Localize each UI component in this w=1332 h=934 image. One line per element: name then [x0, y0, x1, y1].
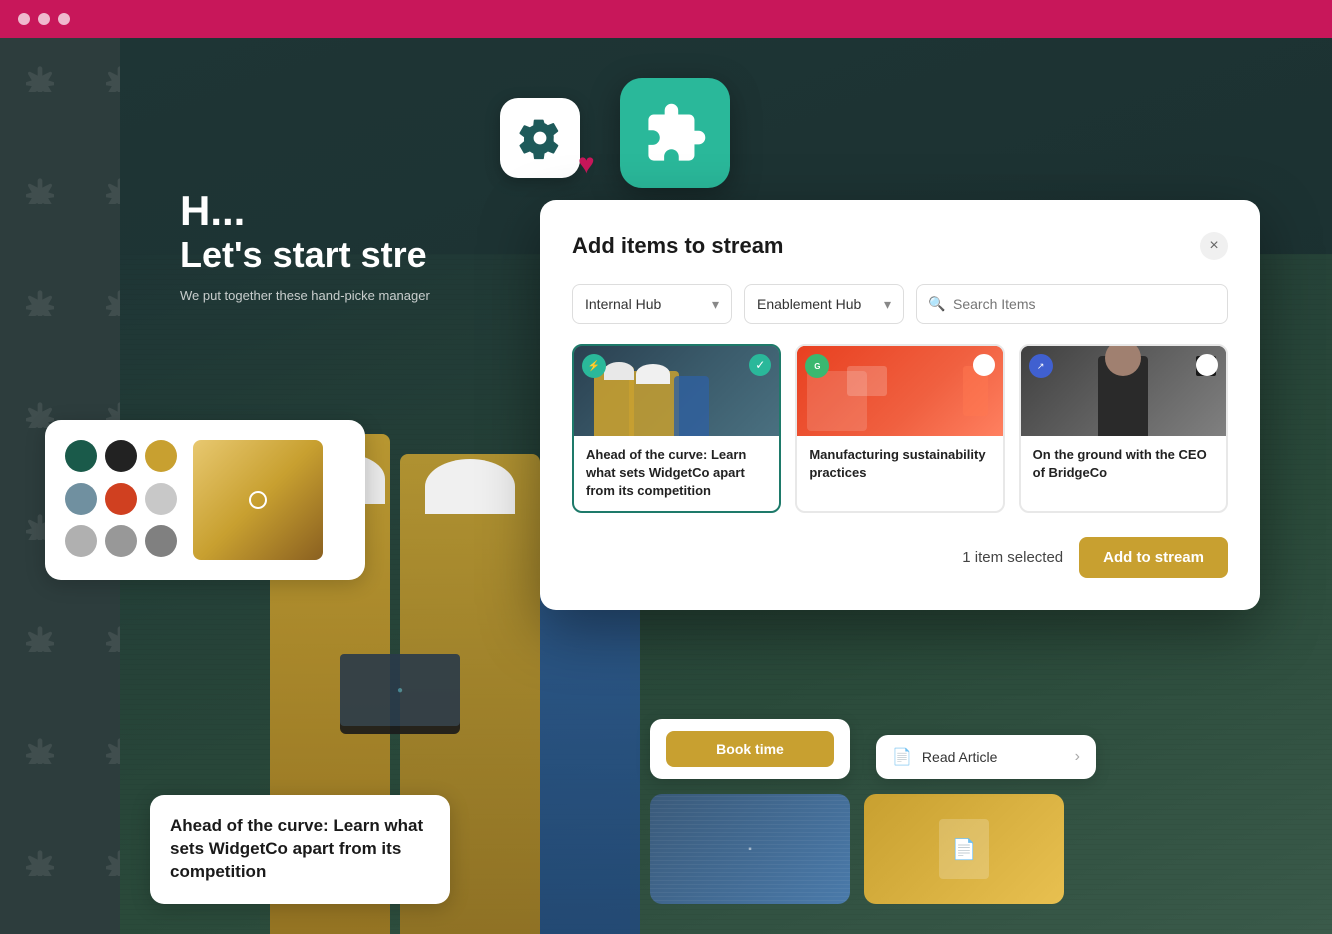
- read-article-icon: 📄: [892, 747, 912, 767]
- search-wrapper: 🔍: [916, 284, 1228, 324]
- color-swatches: [65, 440, 177, 560]
- hub1-dropdown[interactable]: Internal Hub ▾: [572, 284, 732, 324]
- hub1-chevron-icon: ▾: [712, 296, 719, 313]
- hero-description: We put together these hand-picke manager: [180, 288, 430, 303]
- hardhat-2: [425, 459, 515, 514]
- gear-app-icon[interactable]: [500, 98, 580, 178]
- add-to-stream-button[interactable]: Add to stream: [1079, 537, 1228, 578]
- swatch-light-gray-2[interactable]: [65, 525, 97, 557]
- content-card-1[interactable]: ⚡ ✓ Ahead of the curve: Learn what sets …: [572, 344, 781, 513]
- hub2-dropdown[interactable]: Enablement Hub ▾: [744, 284, 904, 324]
- window-dot-3: [58, 13, 70, 25]
- gradient-handle[interactable]: [249, 491, 267, 509]
- content-card-2[interactable]: G Manufacturing sustainability practices: [795, 344, 1004, 513]
- wrench-app-icon[interactable]: [620, 78, 730, 188]
- content-card-3[interactable]: ↗ On the ground with the CEO of BridgeCo: [1019, 344, 1228, 513]
- top-bar: [0, 0, 1332, 38]
- turbine-decoration: [0, 598, 80, 678]
- swatch-red[interactable]: [105, 483, 137, 515]
- turbine-decoration: [0, 150, 80, 230]
- bottom-left-card: Ahead of the curve: Learn what sets Widg…: [150, 795, 450, 904]
- search-icon: 🔍: [928, 296, 945, 313]
- swatch-black[interactable]: [105, 440, 137, 472]
- content-cards-grid: ⚡ ✓ Ahead of the curve: Learn what sets …: [572, 344, 1228, 513]
- swatch-dark-green[interactable]: [65, 440, 97, 472]
- card-3-select[interactable]: [1196, 354, 1218, 376]
- window-dot-2: [38, 13, 50, 25]
- card-3-body: On the ground with the CEO of BridgeCo: [1021, 436, 1226, 492]
- card-2-image: G: [797, 346, 1002, 436]
- swatch-light-gray-4[interactable]: [145, 525, 177, 557]
- book-time-button[interactable]: Book time: [666, 731, 834, 767]
- card-2-select[interactable]: [973, 354, 995, 376]
- heart-icon: ♥: [578, 148, 595, 180]
- modal-close-button[interactable]: ×: [1200, 232, 1228, 260]
- hero-subheadline: Let's start stre: [180, 234, 430, 276]
- item-selected-text: 1 item selected: [962, 549, 1063, 566]
- modal-title: Add items to stream: [572, 233, 784, 259]
- modal-header: Add items to stream ×: [572, 232, 1228, 260]
- app-icons-group: ♥: [500, 98, 698, 178]
- hero-text: H... Let's start stre We put together th…: [180, 188, 430, 303]
- card-1-badge: ⚡: [582, 354, 606, 378]
- card-3-image: ↗: [1021, 346, 1226, 436]
- hub2-chevron-icon: ▾: [884, 296, 891, 313]
- laptop: ●: [340, 654, 460, 734]
- hero-headline: H...: [180, 188, 430, 234]
- card-1-image: ⚡ ✓: [574, 346, 779, 436]
- turbine-decoration: [0, 822, 80, 902]
- turbine-decoration: [0, 38, 80, 118]
- add-items-modal: Add items to stream × Internal Hub ▾ Ena…: [540, 200, 1260, 610]
- color-gradient-picker[interactable]: [193, 440, 323, 560]
- hub1-label: Internal Hub: [585, 296, 661, 312]
- selected-label: item selected: [975, 549, 1063, 566]
- read-article-card: 📄 Read Article ›: [876, 735, 1096, 779]
- book-time-card: Book time: [650, 719, 850, 779]
- wrench-icon: [643, 101, 708, 166]
- thumb-blue: ▪: [650, 794, 850, 904]
- swatch-light-gray-1[interactable]: [145, 483, 177, 515]
- read-article-label: Read Article: [922, 749, 997, 765]
- hub2-label: Enablement Hub: [757, 296, 861, 312]
- color-picker: [45, 420, 365, 580]
- read-article-chevron: ›: [1075, 748, 1080, 766]
- thumb-gold: 📄: [864, 794, 1064, 904]
- swatch-blue-gray[interactable]: [65, 483, 97, 515]
- search-input[interactable]: [916, 284, 1228, 324]
- window-dot-1: [18, 13, 30, 25]
- bottom-left-card-title: Ahead of the curve: Learn what sets Widg…: [170, 815, 430, 884]
- card-1-body: Ahead of the curve: Learn what sets Widg…: [574, 436, 779, 511]
- selected-count: 1: [962, 549, 970, 566]
- turbine-decoration: [0, 262, 80, 342]
- swatch-gold[interactable]: [145, 440, 177, 472]
- modal-footer: 1 item selected Add to stream: [572, 537, 1228, 578]
- turbine-decoration: [0, 710, 80, 790]
- thumb-row: ▪ 📄: [650, 794, 1064, 904]
- card-2-body: Manufacturing sustainability practices: [797, 436, 1002, 492]
- swatch-light-gray-3[interactable]: [105, 525, 137, 557]
- card-3-badge: ↗: [1029, 354, 1053, 378]
- filter-row: Internal Hub ▾ Enablement Hub ▾ 🔍: [572, 284, 1228, 324]
- gear-icon: [518, 116, 562, 160]
